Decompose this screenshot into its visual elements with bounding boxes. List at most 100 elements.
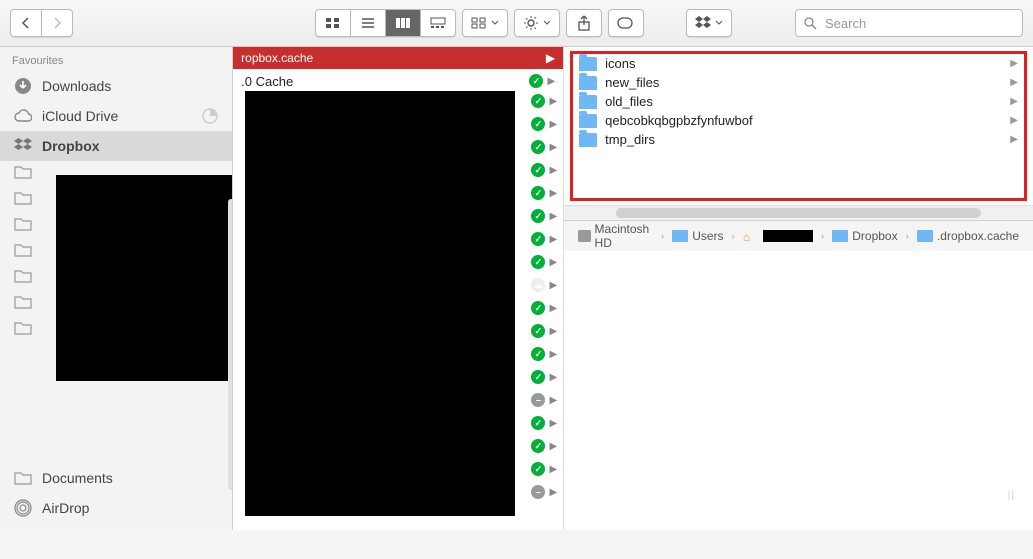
file-row[interactable]: –▶ <box>531 390 557 410</box>
arrange-button[interactable] <box>462 9 508 37</box>
sync-paused-icon: – <box>531 393 545 407</box>
breadcrumb-item[interactable]: ⌂ <box>743 230 813 242</box>
sidebar-item-dropbox[interactable]: Dropbox <box>0 131 232 161</box>
folder-item[interactable]: new_files▶ <box>573 73 1024 92</box>
folder-icon <box>14 469 32 487</box>
folder-list-highlighted: icons▶new_files▶old_files▶qebcobkqbgpbzf… <box>570 51 1027 201</box>
search-input[interactable] <box>823 15 1014 32</box>
arrange-icon <box>471 17 487 29</box>
file-row[interactable]: ✓▶ <box>531 321 557 341</box>
column-view: ropbox.cache ▶ .0 Cache ✓ ▶ ✓▶✓▶✓▶✓▶✓▶✓▶… <box>233 47 1033 530</box>
breadcrumb-separator: › <box>906 231 909 242</box>
file-row[interactable]: ✓▶ <box>531 252 557 272</box>
breadcrumb-separator: › <box>821 231 824 242</box>
sidebar-item-label: iCloud Drive <box>42 108 118 124</box>
search-field[interactable] <box>795 9 1023 37</box>
progress-pie-icon <box>202 108 218 124</box>
chevron-right-icon: ▶ <box>549 211 557 222</box>
breadcrumb-item[interactable]: Users <box>672 229 723 243</box>
column-1: ropbox.cache ▶ .0 Cache ✓ ▶ ✓▶✓▶✓▶✓▶✓▶✓▶… <box>233 47 564 530</box>
dropbox-toolbar-button[interactable] <box>686 9 732 37</box>
scrollbar-track[interactable] <box>616 208 981 218</box>
sync-ok-icon: ✓ <box>531 140 545 154</box>
chevron-right-icon: ▶ <box>549 326 557 337</box>
sidebar-item-documents[interactable]: Documents <box>0 463 232 493</box>
file-row[interactable]: ☁▶ <box>531 275 557 295</box>
folder-icon <box>579 57 597 71</box>
file-row[interactable]: ✓▶ <box>531 114 557 134</box>
file-row[interactable]: ✓▶ <box>531 206 557 226</box>
folder-icon <box>579 114 597 128</box>
tags-button[interactable] <box>608 9 644 37</box>
view-list-button[interactable] <box>351 9 386 37</box>
view-gallery-button[interactable] <box>421 9 456 37</box>
action-button[interactable] <box>514 9 560 37</box>
folder-icon <box>579 76 597 90</box>
sync-ok-icon: ✓ <box>531 163 545 177</box>
folder-item[interactable]: icons▶ <box>573 54 1024 73</box>
toolbar <box>0 0 1033 47</box>
file-row[interactable]: ✓▶ <box>531 367 557 387</box>
breadcrumb-item[interactable]: .dropbox.cache <box>917 229 1019 243</box>
folder-item[interactable]: qebcobkqbgpbzfynfuwbof▶ <box>573 111 1024 130</box>
sidebar-item-label: AirDrop <box>42 500 89 516</box>
breadcrumb-item[interactable]: Dropbox <box>832 229 897 243</box>
forward-button[interactable] <box>42 9 73 37</box>
share-button[interactable] <box>566 9 602 37</box>
file-row[interactable]: ✓▶ <box>531 298 557 318</box>
horizontal-scrollbar[interactable] <box>564 205 1033 220</box>
airdrop-icon <box>14 499 32 517</box>
gear-icon <box>523 16 539 30</box>
breadcrumb-label: Macintosh HD <box>595 222 653 250</box>
sidebar-item-label: Documents <box>42 470 113 486</box>
view-columns-button[interactable] <box>386 9 421 37</box>
folder-icon <box>917 230 933 242</box>
breadcrumb-label: Users <box>692 229 723 243</box>
folder-item[interactable]: tmp_dirs▶ <box>573 130 1024 149</box>
file-row[interactable]: –▶ <box>531 482 557 502</box>
chevron-right-icon: ▶ <box>549 464 557 475</box>
sidebar-item-creative-cloud[interactable]: Creative Cloud Files <box>0 523 232 530</box>
file-row[interactable]: ✓▶ <box>531 344 557 364</box>
breadcrumb-item[interactable]: Macintosh HD <box>578 222 653 250</box>
folder-item[interactable]: old_files▶ <box>573 92 1024 111</box>
file-row[interactable]: ✓▶ <box>531 413 557 433</box>
file-row[interactable]: ✓▶ <box>531 91 557 111</box>
file-row[interactable]: ✓▶ <box>531 183 557 203</box>
chevron-down-icon <box>491 20 499 26</box>
file-row[interactable]: .0 Cache ✓ ▶ <box>233 69 563 93</box>
folder-icon <box>14 529 32 530</box>
column-resize-handle[interactable]: || <box>1008 490 1015 501</box>
sidebar-item-airdrop[interactable]: AirDrop <box>0 493 232 523</box>
search-icon <box>804 17 817 30</box>
sidebar-item-downloads[interactable]: Downloads <box>0 71 232 101</box>
chevron-right-icon: ▶ <box>549 441 557 452</box>
back-button[interactable] <box>10 9 42 37</box>
sidebar-header: Favourites <box>0 47 232 71</box>
view-icon-button[interactable] <box>315 9 351 37</box>
folder-icon <box>14 321 32 339</box>
sync-ok-icon: ✓ <box>531 94 545 108</box>
chevron-right-icon: ▶ <box>1010 96 1018 107</box>
sync-ok-icon: ✓ <box>531 462 545 476</box>
file-row[interactable]: ✓▶ <box>531 137 557 157</box>
file-label: .0 Cache <box>241 74 293 89</box>
chevron-right-icon: ▶ <box>549 96 557 107</box>
sidebar-item-label: Dropbox <box>42 138 100 154</box>
redacted-region <box>56 175 233 381</box>
folder-icon <box>672 230 688 242</box>
sidebar-item-icloud[interactable]: iCloud Drive <box>0 101 232 131</box>
folder-label: icons <box>605 56 635 71</box>
breadcrumb-separator: › <box>661 231 664 242</box>
share-icon <box>577 15 591 31</box>
folder-icon <box>14 217 32 235</box>
sync-ok-icon: ✓ <box>531 255 545 269</box>
file-row[interactable]: ✓▶ <box>531 459 557 479</box>
chevron-right-icon: ▶ <box>546 51 555 65</box>
chevron-down-icon <box>543 20 551 26</box>
sync-ok-icon: ✓ <box>531 301 545 315</box>
selected-item-row[interactable]: ropbox.cache ▶ <box>233 47 563 69</box>
file-row[interactable]: ✓▶ <box>531 436 557 456</box>
file-row[interactable]: ✓▶ <box>531 160 557 180</box>
file-row[interactable]: ✓▶ <box>531 229 557 249</box>
